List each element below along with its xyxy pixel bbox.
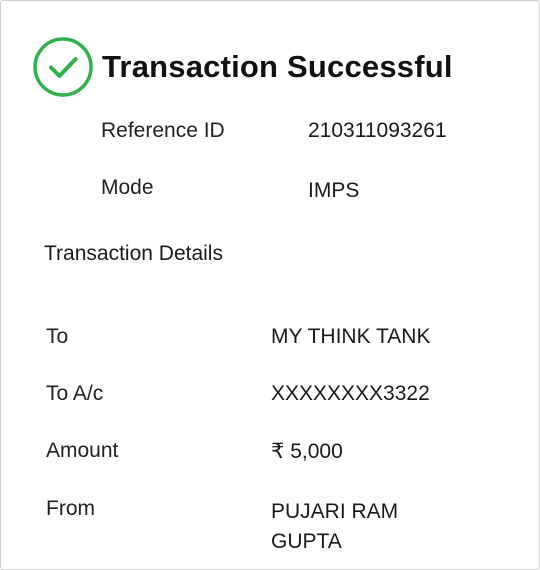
amount-value: ₹ 5,000 bbox=[271, 440, 343, 463]
from-value-line-2: GUPTA bbox=[271, 530, 342, 553]
to-account-label: To A/c bbox=[46, 382, 104, 405]
page-title: Transaction Successful bbox=[102, 49, 453, 84]
amount-label: Amount bbox=[46, 439, 119, 462]
reference-id-label: Reference ID bbox=[101, 119, 225, 142]
to-value: MY THINK TANK bbox=[271, 325, 431, 348]
from-label: From bbox=[46, 497, 95, 520]
reference-id-value: 210311093261 bbox=[308, 119, 447, 142]
from-value-line-1: PUJARI RAM bbox=[271, 500, 399, 523]
mode-value: IMPS bbox=[308, 179, 360, 202]
from-value: PUJARI RAM GUPTA bbox=[271, 497, 501, 557]
receipt-header: Transaction Successful bbox=[32, 36, 453, 98]
to-account-value: XXXXXXXX3322 bbox=[271, 382, 430, 405]
to-label: To bbox=[46, 325, 69, 348]
mode-label: Mode bbox=[101, 176, 154, 199]
transaction-details-heading: Transaction Details bbox=[44, 242, 223, 265]
check-circle-icon bbox=[33, 37, 93, 97]
